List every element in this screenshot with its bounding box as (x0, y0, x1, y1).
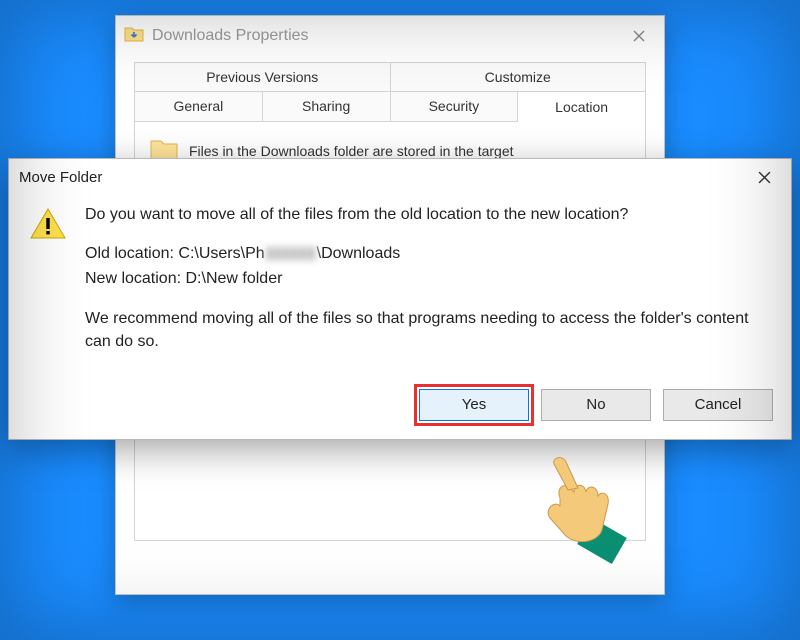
tab-row-2: General Sharing Security Location (134, 91, 646, 121)
no-button[interactable]: No (541, 389, 651, 421)
tab-security[interactable]: Security (391, 92, 519, 121)
old-location-label: Old location: (85, 245, 174, 262)
dialog-titlebar: Move Folder (9, 159, 791, 195)
new-location-label: New location: (85, 270, 181, 287)
downloads-folder-icon (124, 25, 144, 48)
dialog-message: Do you want to move all of the files fro… (85, 203, 771, 369)
properties-title: Downloads Properties (152, 27, 309, 45)
tab-customize[interactable]: Customize (391, 63, 646, 91)
tab-sharing[interactable]: Sharing (263, 92, 391, 121)
new-location-path: D:\New folder (186, 270, 283, 287)
old-location-path-front: C:\Users\Ph (178, 245, 264, 262)
dialog-question: Do you want to move all of the files fro… (85, 203, 771, 226)
dialog-title: Move Folder (19, 169, 102, 186)
properties-titlebar: Downloads Properties (116, 16, 664, 56)
tab-row-1: Previous Versions Customize (134, 62, 646, 91)
dialog-close-button[interactable] (747, 163, 781, 191)
dialog-button-row: Yes No Cancel (9, 379, 791, 439)
tab-location[interactable]: Location (518, 93, 645, 122)
tab-general[interactable]: General (135, 92, 263, 121)
dialog-recommendation: We recommend moving all of the files so … (85, 307, 771, 353)
yes-button[interactable]: Yes (419, 389, 529, 421)
location-description: Files in the Downloads folder are stored… (189, 143, 514, 159)
warning-icon (29, 203, 67, 369)
move-folder-dialog: Move Folder Do you want to move all of t… (8, 158, 792, 440)
old-location-redacted: xxxxxx (265, 245, 317, 262)
tab-previous-versions[interactable]: Previous Versions (135, 63, 391, 91)
properties-close-button[interactable] (622, 22, 656, 50)
old-location-path-back: \Downloads (317, 245, 401, 262)
cancel-button[interactable]: Cancel (663, 389, 773, 421)
